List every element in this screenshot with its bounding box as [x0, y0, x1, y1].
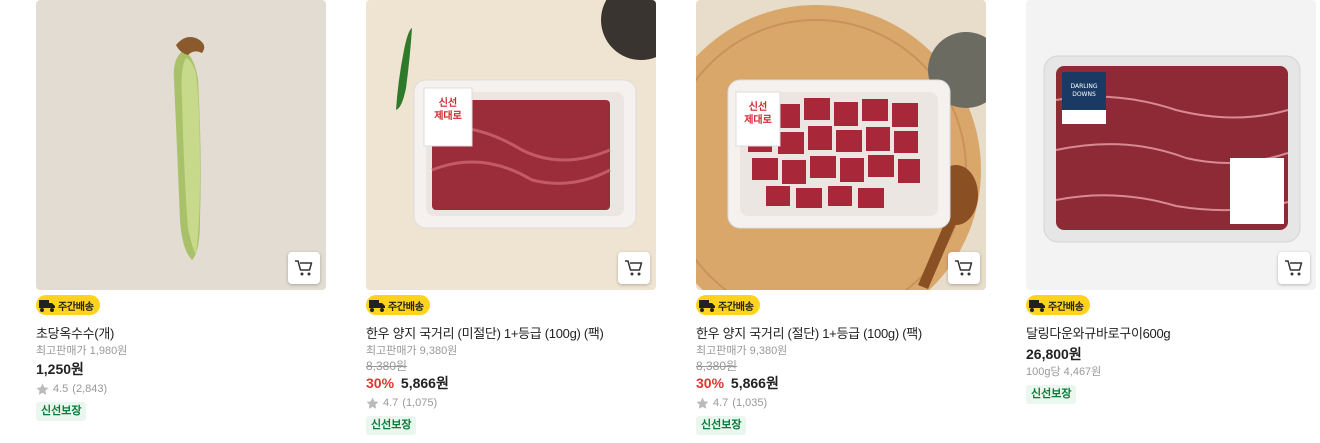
unit-price: 100g당 4,467원	[1026, 366, 1102, 378]
product-name[interactable]: 한우 양지 국거리 (미절단) 1+등급 (100g) (팩)	[366, 325, 656, 342]
beef-cubes-image: 신선 제대로	[696, 0, 986, 290]
fresh-guarantee-tag: 신선보장	[696, 416, 747, 435]
delivery-badge: 주간배송	[1026, 295, 1090, 315]
add-to-cart-button[interactable]	[618, 252, 650, 284]
svg-text:제대로: 제대로	[744, 113, 772, 126]
delivery-badge: 주간배송	[696, 295, 760, 315]
rating-value: 4.7	[713, 397, 729, 409]
product-name[interactable]: 한우 양지 국거리 (절단) 1+등급 (100g) (팩)	[696, 325, 986, 342]
svg-text:DOWNS: DOWNS	[1072, 91, 1096, 98]
delivery-badge: 주간배송	[366, 295, 430, 315]
original-price: 8,380원	[696, 359, 738, 373]
wagyu-pack-image: DARLING DOWNS	[1026, 0, 1316, 290]
corn-image	[36, 0, 326, 290]
sale-price: 30% 5,866원	[366, 374, 656, 393]
rating: 4.7 (1,075)	[366, 395, 656, 411]
fresh-guarantee-tag: 신선보장	[366, 416, 417, 435]
cart-icon	[1285, 260, 1303, 276]
review-count: (1,075)	[402, 397, 438, 409]
rating: 4.5 (2,843)	[36, 381, 326, 397]
product-card[interactable]: 주간배송 초당옥수수(개) 최고판매가 1,980원 1,250원 4.5 (2…	[36, 0, 326, 421]
product-image[interactable]	[36, 0, 326, 290]
delivery-badge-label: 주간배송	[1048, 301, 1084, 313]
product-name[interactable]: 달링다운와규바로구이600g	[1026, 325, 1316, 342]
product-name[interactable]: 초당옥수수(개)	[36, 325, 326, 342]
rating: 4.7 (1,035)	[696, 395, 986, 411]
price-value: 5,866원	[400, 375, 449, 391]
truck-icon	[699, 300, 715, 312]
product-image[interactable]: 신선 제대로	[696, 0, 986, 290]
product-grid: 주간배송 초당옥수수(개) 최고판매가 1,980원 1,250원 4.5 (2…	[0, 0, 1320, 443]
add-to-cart-button[interactable]	[1278, 252, 1310, 284]
truck-icon	[1029, 300, 1045, 312]
review-count: (2,843)	[72, 383, 108, 395]
product-card[interactable]: 신선 제대로 주간배송 한우 양지 국거리 (미절단) 1+등급 (100g) …	[366, 0, 656, 435]
svg-text:신선: 신선	[749, 100, 767, 113]
product-card[interactable]: 신선 제대로 주간배송 한우 양지 국거리 (절단) 1+등급 (100g) (…	[696, 0, 986, 435]
discount-rate: 30%	[696, 375, 725, 391]
sale-price: 26,800원	[1026, 345, 1316, 364]
max-price: 최고판매가 9,380원	[696, 345, 788, 357]
delivery-badge-label: 주간배송	[388, 301, 424, 313]
price-value: 1,250원	[36, 361, 84, 377]
truck-icon	[39, 300, 55, 312]
delivery-badge-label: 주간배송	[718, 301, 754, 313]
rating-value: 4.7	[383, 397, 399, 409]
product-image[interactable]: 신선 제대로	[366, 0, 656, 290]
cart-icon	[955, 260, 973, 276]
product-card[interactable]: DARLING DOWNS 주간배송 달링다운와규바로구이600g 26,800…	[1026, 0, 1316, 404]
max-price: 최고판매가 9,380원	[366, 345, 458, 357]
beef-slab-image: 신선 제대로	[366, 0, 656, 290]
product-image[interactable]: DARLING DOWNS	[1026, 0, 1316, 290]
max-price: 최고판매가 1,980원	[36, 345, 128, 357]
svg-text:DARLING: DARLING	[1070, 83, 1097, 90]
star-icon	[36, 383, 49, 395]
price-value: 26,800원	[1026, 346, 1082, 362]
rating-value: 4.5	[53, 383, 69, 395]
price-value: 5,866원	[730, 375, 779, 391]
add-to-cart-button[interactable]	[948, 252, 980, 284]
star-icon	[366, 397, 379, 409]
fresh-guarantee-tag: 신선보장	[36, 402, 87, 421]
sale-price: 30% 5,866원	[696, 374, 986, 393]
fresh-guarantee-tag: 신선보장	[1026, 385, 1077, 404]
add-to-cart-button[interactable]	[288, 252, 320, 284]
delivery-badge: 주간배송	[36, 295, 100, 315]
original-price: 8,380원	[366, 359, 408, 373]
truck-icon	[369, 300, 385, 312]
review-count: (1,035)	[732, 397, 768, 409]
cart-icon	[625, 260, 643, 276]
svg-text:제대로: 제대로	[434, 109, 462, 122]
star-icon	[696, 397, 709, 409]
sale-price: 1,250원	[36, 360, 326, 379]
delivery-badge-label: 주간배송	[58, 301, 94, 313]
cart-icon	[295, 260, 313, 276]
discount-rate: 30%	[366, 375, 395, 391]
svg-text:신선: 신선	[439, 96, 457, 109]
